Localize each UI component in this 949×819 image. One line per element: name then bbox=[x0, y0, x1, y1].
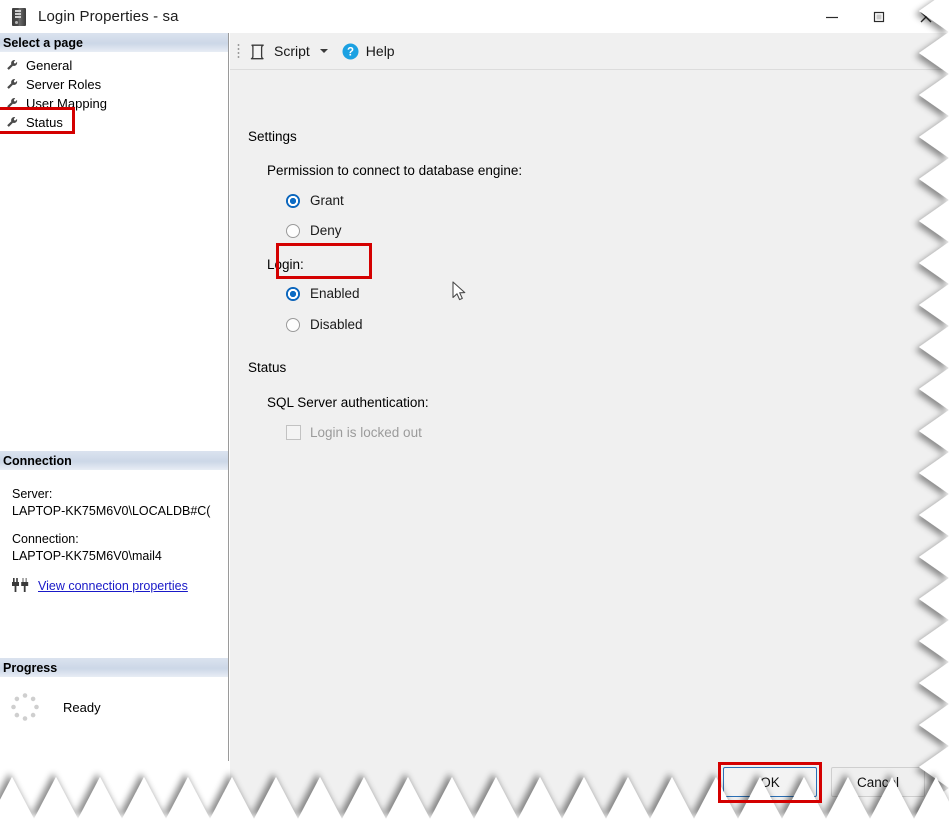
ok-button[interactable]: OK bbox=[723, 767, 817, 797]
login-enabled-radio[interactable]: Enabled bbox=[286, 286, 360, 301]
radio-label: Enabled bbox=[310, 286, 360, 301]
progress-section-header: Progress bbox=[0, 658, 228, 677]
progress-text: Ready bbox=[63, 699, 101, 715]
server-icon bbox=[12, 7, 26, 26]
permission-label: Permission to connect to database engine… bbox=[267, 163, 523, 178]
checkbox-indicator bbox=[286, 425, 301, 440]
window-controls bbox=[808, 0, 949, 33]
help-button[interactable]: ? Help bbox=[342, 43, 395, 60]
sidebar-item-status[interactable]: Status bbox=[0, 113, 228, 132]
wrench-icon bbox=[7, 97, 18, 108]
minimize-button[interactable] bbox=[808, 0, 855, 33]
connection-label: Connection: bbox=[12, 532, 79, 546]
status-header: Status bbox=[248, 360, 287, 375]
sidebar-item-label: Status bbox=[26, 115, 63, 130]
help-label: Help bbox=[365, 43, 395, 59]
sidebar: Select a page General Server Roles User … bbox=[0, 33, 229, 761]
cancel-button[interactable]: Cancel bbox=[831, 767, 925, 797]
permission-deny-radio[interactable]: Deny bbox=[286, 223, 342, 238]
toolbar: Script ? Help bbox=[230, 33, 949, 70]
server-label: Server: bbox=[12, 487, 53, 501]
radio-indicator bbox=[286, 317, 300, 332]
connection-section-header: Connection bbox=[0, 451, 228, 470]
sql-auth-label: SQL Server authentication: bbox=[267, 395, 429, 410]
settings-header: Settings bbox=[248, 129, 297, 144]
progress-status: Ready bbox=[0, 677, 228, 723]
login-locked-out-checkbox: Login is locked out bbox=[286, 425, 422, 440]
connection-details: Server: LAPTOP-KK75M6V0\LOCALDB#C( Conne… bbox=[0, 476, 228, 593]
radio-indicator bbox=[286, 286, 300, 301]
checkbox-label: Login is locked out bbox=[310, 425, 422, 440]
script-label: Script bbox=[274, 43, 310, 59]
close-button[interactable] bbox=[902, 0, 949, 33]
sidebar-item-server-roles[interactable]: Server Roles bbox=[0, 75, 228, 94]
sidebar-item-label: User Mapping bbox=[26, 96, 107, 111]
plug-icon bbox=[12, 578, 29, 592]
radio-label: Grant bbox=[310, 193, 344, 208]
login-properties-dialog: Login Properties - sa Select a page Gene… bbox=[0, 0, 949, 819]
sidebar-item-user-mapping[interactable]: User Mapping bbox=[0, 94, 228, 113]
sidebar-item-label: General bbox=[26, 58, 73, 73]
radio-label: Disabled bbox=[310, 317, 363, 332]
sidebar-item-label: Server Roles bbox=[26, 77, 102, 92]
view-connection-properties-row[interactable]: View connection properties bbox=[12, 578, 228, 593]
server-value: LAPTOP-KK75M6V0\LOCALDB#C( bbox=[12, 504, 211, 518]
sidebar-item-general[interactable]: General bbox=[0, 56, 228, 75]
wrench-icon bbox=[7, 78, 18, 89]
login-label: Login: bbox=[267, 257, 304, 272]
radio-indicator bbox=[286, 223, 300, 238]
connection-value: LAPTOP-KK75M6V0\mail4 bbox=[12, 549, 162, 563]
spinner-icon bbox=[11, 693, 39, 721]
login-disabled-radio[interactable]: Disabled bbox=[286, 317, 363, 332]
radio-indicator bbox=[286, 193, 300, 208]
wrench-icon bbox=[7, 116, 18, 127]
title-bar: Login Properties - sa bbox=[0, 0, 949, 33]
script-button[interactable]: Script bbox=[240, 42, 310, 61]
wrench-icon bbox=[7, 59, 18, 70]
right-pane: Script ? Help Settings Permission to con… bbox=[230, 33, 949, 761]
view-connection-properties-link[interactable]: View connection properties bbox=[38, 579, 188, 593]
maximize-button[interactable] bbox=[855, 0, 902, 33]
svg-text:?: ? bbox=[347, 46, 354, 58]
window-title: Login Properties - sa bbox=[38, 8, 179, 25]
script-icon bbox=[250, 44, 264, 59]
radio-label: Deny bbox=[310, 223, 342, 238]
permission-grant-radio[interactable]: Grant bbox=[286, 193, 344, 208]
select-a-page-header: Select a page bbox=[0, 33, 228, 52]
page-list: General Server Roles User Mapping Status bbox=[0, 52, 228, 132]
chevron-down-icon[interactable] bbox=[319, 49, 328, 53]
dialog-footer: OK Cancel bbox=[230, 761, 949, 819]
help-question-icon: ? bbox=[342, 43, 359, 59]
